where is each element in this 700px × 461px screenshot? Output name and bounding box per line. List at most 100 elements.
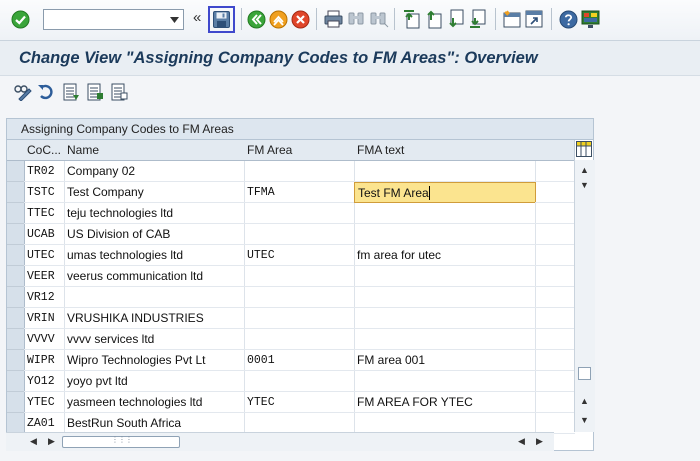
cell-fm-area[interactable]: YTEC [244, 392, 355, 413]
cell-fm-area[interactable] [244, 371, 355, 392]
find-next-icon[interactable] [369, 10, 389, 31]
scroll-down-icon[interactable]: ▼ [580, 415, 589, 425]
row-selector[interactable] [7, 329, 25, 350]
row-selector[interactable] [7, 161, 25, 182]
row-selector[interactable] [7, 203, 25, 224]
display-change-icon[interactable] [13, 83, 33, 104]
back-icon[interactable] [247, 10, 266, 32]
row-selector[interactable] [7, 392, 25, 413]
cell-fma-text[interactable]: fm area for utec [354, 245, 536, 266]
cell-fma-text[interactable] [354, 203, 536, 224]
last-page-icon[interactable] [468, 9, 487, 32]
scroll-grip-icon: ⋮⋮⋮ [111, 435, 133, 444]
cell-fma-text[interactable] [354, 329, 536, 350]
cell-name: teju technologies ltd [64, 203, 245, 224]
cell-fm-area-text: TFMA [247, 186, 275, 199]
column-header-name[interactable]: Name [64, 140, 245, 161]
first-page-icon[interactable] [402, 9, 421, 32]
shortcut-icon[interactable] [525, 10, 543, 31]
undo-icon[interactable] [37, 83, 55, 104]
cancel-icon[interactable] [291, 10, 310, 32]
cell-fma-text[interactable]: FM AREA FOR YTEC [354, 392, 536, 413]
customize-layout-icon[interactable] [581, 10, 600, 32]
cell-coc: VRIN [24, 308, 65, 329]
cell-fm-area[interactable] [244, 203, 355, 224]
next-page-icon[interactable] [446, 9, 465, 32]
exit-icon[interactable] [269, 10, 288, 32]
scroll-left-icon[interactable]: ◀ [30, 436, 37, 447]
cell-fma-text[interactable] [354, 224, 536, 245]
scroll-up-icon[interactable]: ▲ [580, 165, 589, 175]
cell-fma-text[interactable]: Test FM Area [354, 182, 536, 203]
print-icon[interactable] [324, 10, 343, 31]
collapse-icon[interactable]: « [193, 9, 201, 26]
cell-fma-text[interactable] [354, 161, 536, 182]
find-icon[interactable] [347, 10, 365, 31]
cell-fm-area[interactable] [244, 413, 355, 434]
cell-fma-text[interactable] [354, 308, 536, 329]
scroll-up-page-icon[interactable]: ▲ [580, 396, 589, 406]
cell-fm-area[interactable]: 0001 [244, 350, 355, 371]
cell-coc: UTEC [24, 245, 65, 266]
cell-fm-area[interactable] [244, 329, 355, 350]
row-filler [535, 161, 575, 182]
horizontal-scroll-thumb[interactable]: ⋮⋮⋮ [62, 435, 180, 448]
cell-fm-area[interactable]: UTEC [244, 245, 355, 266]
scroll-left-page-icon[interactable]: ◀ [518, 436, 525, 447]
column-header-filler [535, 140, 575, 161]
vertical-scroll-thumb[interactable] [578, 367, 591, 380]
cell-fma-text[interactable] [354, 266, 536, 287]
cell-fma-text[interactable] [354, 287, 536, 308]
cell-fma-text[interactable]: FM area 001 [354, 350, 536, 371]
row-filler [535, 371, 575, 392]
row-selector[interactable] [7, 287, 25, 308]
select-block-icon[interactable] [87, 83, 104, 104]
horizontal-scrollbar[interactable]: ◀ ▶ ⋮⋮⋮ ◀ ▶ [24, 432, 554, 451]
cell-fm-area-text: YTEC [247, 396, 275, 409]
system-toolbar: « [0, 0, 700, 41]
column-header-coc[interactable]: CoC... [24, 140, 65, 161]
deselect-all-icon[interactable] [111, 83, 128, 104]
previous-page-icon[interactable] [424, 9, 443, 32]
cell-fma-text[interactable] [354, 413, 536, 434]
row-selector-header[interactable] [7, 140, 25, 161]
row-selector[interactable] [7, 224, 25, 245]
scroll-right-page-icon[interactable]: ▶ [48, 436, 55, 447]
column-header-fma-text[interactable]: FMA text [354, 140, 536, 161]
cell-name: BestRun South Africa [64, 413, 245, 434]
row-selector[interactable] [7, 308, 25, 329]
enter-icon[interactable] [11, 10, 30, 32]
scroll-right-icon[interactable]: ▶ [536, 436, 543, 447]
cell-fm-area[interactable] [244, 266, 355, 287]
cell-coc: YO12 [24, 371, 65, 392]
row-selector[interactable] [7, 371, 25, 392]
select-all-icon[interactable] [63, 83, 80, 104]
cell-coc-text: VVVV [27, 333, 55, 346]
column-header-fm-area[interactable]: FM Area [244, 140, 355, 161]
cell-name-text: teju technologies ltd [67, 206, 174, 220]
save-icon[interactable] [213, 11, 230, 31]
row-selector[interactable] [7, 245, 25, 266]
scroll-down-page-icon[interactable]: ▼ [580, 180, 589, 190]
command-input[interactable] [46, 11, 170, 28]
vertical-scrollbar[interactable]: ▲ ▼ ▲ ▼ [574, 160, 595, 432]
cell-fm-area[interactable] [244, 161, 355, 182]
row-selector[interactable] [7, 182, 25, 203]
row-selector[interactable] [7, 350, 25, 371]
row-filler [535, 287, 575, 308]
row-selector[interactable] [7, 413, 25, 434]
cell-coc-text: YO12 [27, 375, 55, 388]
row-selector[interactable] [7, 266, 25, 287]
command-dropdown-icon[interactable] [169, 14, 180, 28]
cell-fma-text[interactable] [354, 371, 536, 392]
cell-name-text: veerus communication ltd [67, 269, 204, 283]
new-session-icon[interactable] [503, 10, 521, 31]
cell-coc: VVVV [24, 329, 65, 350]
cell-fm-area[interactable]: TFMA [244, 182, 355, 203]
cell-fm-area[interactable] [244, 224, 355, 245]
command-field[interactable] [43, 9, 184, 30]
cell-fm-area[interactable] [244, 287, 355, 308]
cell-fm-area[interactable] [244, 308, 355, 329]
help-icon[interactable] [559, 10, 578, 32]
table-settings-icon[interactable] [576, 141, 592, 160]
